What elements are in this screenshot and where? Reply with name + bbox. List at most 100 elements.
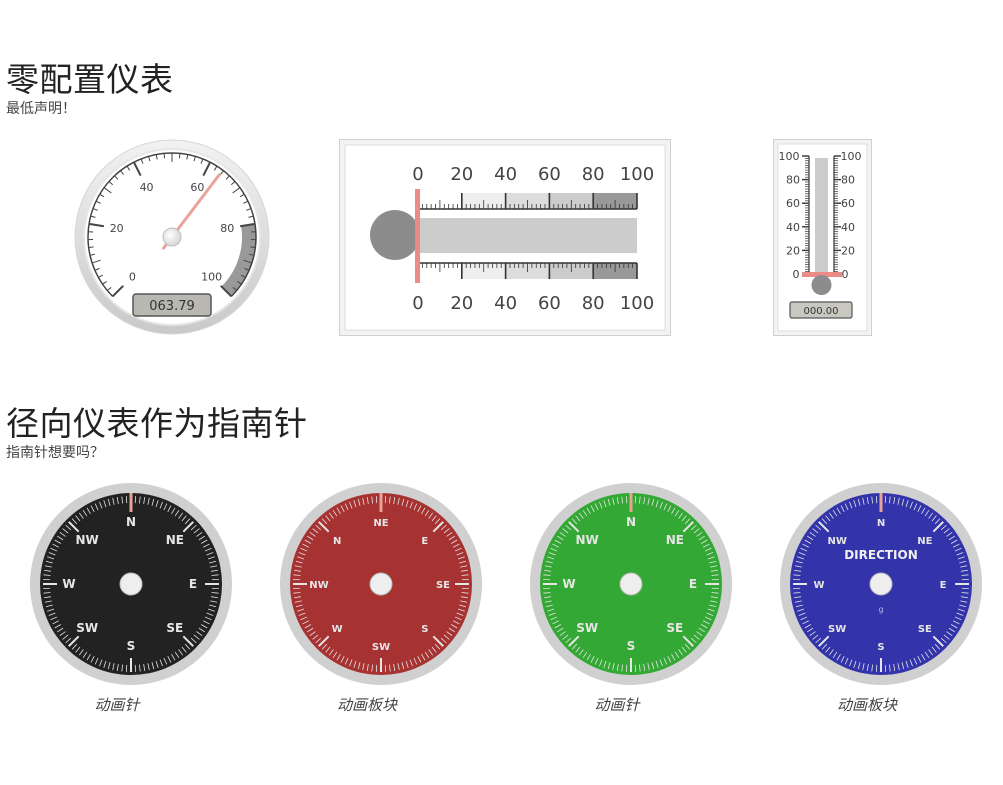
compass-label: N [333,536,341,547]
compass-label: N [626,515,636,529]
compass-label: W [62,577,75,591]
linear-bottom-tick-label: 0 [412,293,423,314]
linear-top-tick-label: 80 [582,164,605,185]
linear-gauge-bulb [370,210,420,260]
radial-tick-label: 40 [140,181,154,194]
radial-gauge-knob [162,227,182,247]
linear-gauge: 0 20 40 60 80 100 0 20 40 60 80 100 [339,139,671,336]
compass-caption: 动画板块 [336,696,397,714]
compass-label: SE [918,624,932,635]
compass-label: SW [372,642,390,653]
compass-label: S [877,642,884,653]
linear-bottom-tick-label: 20 [450,293,473,314]
compass-caption: 动画针 [94,696,140,714]
compass-label: NW [576,533,599,547]
compass-label: SE [666,621,683,635]
section-subtitle-zero-config: 最低声明！ [6,101,76,117]
thermometer-left-tick-label: 100 [779,150,800,163]
thermometer-bulb [811,275,832,295]
compass-label: W [332,624,343,635]
thermometer-left-tick-label: 20 [786,244,800,257]
compass-label: NE [373,518,388,529]
linear-gauge-top-scale [417,193,638,210]
thermometer-gauge: 100 80 60 40 20 0 100 80 60 40 20 0 000.… [773,139,872,336]
linear-gauge-bar [418,218,637,253]
compass-svg: N NE E SE S SW W NW [30,483,232,685]
linear-gauge-svg: 0 20 40 60 80 100 0 20 40 60 80 100 [339,139,671,336]
compass-label: S [421,624,428,635]
thermometer-value-text: 000.00 [804,306,839,317]
compass-label: SW [76,621,98,635]
section-title-compass: 径向仪表作为指南针 [6,404,308,443]
compass-label: E [940,580,947,591]
compass-knob [619,572,643,596]
compass-label: E [421,536,428,547]
compass-caption: 动画针 [594,696,640,714]
radial-gauge: 0 20 40 60 80 100 063.79 [74,139,270,335]
compass-gauge-green: N NE E SE S SW W NW [529,482,733,686]
compass-label: NW [827,536,846,547]
radial-tick-label: 0 [129,271,136,284]
compass-svg: N NE E SE S SW W NW DIRECTION g [780,483,982,685]
compass-title: DIRECTION [844,548,918,562]
compass-label: NW [309,580,328,591]
linear-bottom-tick-label: 60 [538,293,561,314]
thermometer-left-tick-label: 60 [786,197,800,210]
compass-gauge-red: NE E SE S SW W NW N [279,482,483,686]
compass-label: E [689,577,697,591]
radial-gauge-value-text: 063.79 [149,299,195,314]
compass-label: S [127,639,136,653]
linear-bottom-tick-label: 80 [582,293,605,314]
thermometer-left-tick-label: 0 [793,268,800,281]
compass-label: SW [576,621,598,635]
thermometer-right-tick-label: 100 [841,150,862,163]
compass-gauge-blue: N NE E SE S SW W NW DIRECTION g [779,482,983,686]
compass-label: E [189,577,197,591]
compass-label: NW [76,533,99,547]
thermometer-bar [815,158,828,274]
compass-label: SE [436,580,450,591]
linear-top-tick-label: 100 [620,164,654,185]
compass-label: N [126,515,136,529]
linear-top-tick-label: 20 [450,164,473,185]
compass-knob [369,572,393,596]
thermometer-right-tick-label: 40 [841,221,855,234]
section-subtitle-compass: 指南针想要吗？ [6,445,104,461]
compass-gauge-black: N NE E SE S SW W NW [29,482,233,686]
linear-bottom-tick-label: 40 [494,293,517,314]
thermometer-left-tick-label: 40 [786,221,800,234]
compass-label: W [562,577,575,591]
linear-top-tick-label: 0 [412,164,423,185]
thermometer-svg: 100 80 60 40 20 0 100 80 60 40 20 0 000.… [773,139,872,336]
compass-label: SE [166,621,183,635]
compass-label: NE [917,536,932,547]
linear-top-tick-label: 40 [494,164,517,185]
linear-gauge-needle [415,189,420,283]
radial-minor-tick [250,246,256,249]
linear-bottom-tick-label: 100 [620,293,654,314]
thermometer-right-tick-label: 60 [841,197,855,210]
linear-gauge-bottom-scale [417,262,638,279]
compass-label: SW [828,624,846,635]
radial-gauge-svg: 0 20 40 60 80 100 063.79 [74,139,270,335]
radial-tick-label: 20 [110,222,124,235]
compass-label: S [627,639,636,653]
linear-top-tick-label: 60 [538,164,561,185]
compass-knob [869,572,893,596]
compass-knob [119,572,143,596]
radial-tick-label: 80 [220,222,234,235]
compass-label: NE [666,533,684,547]
thermometer-left-tick-label: 80 [786,174,800,187]
compass-label: W [813,580,824,591]
compass-label: NE [166,533,184,547]
compass-caption: 动画板块 [836,696,897,714]
compass-label: N [877,518,885,529]
thermometer-right-tick-label: 20 [841,244,855,257]
radial-minor-tick [88,246,94,249]
radial-tick-label: 100 [201,271,222,284]
section-title-zero-config: 零配置仪表 [6,60,174,99]
thermometer-right-tick-label: 0 [842,268,849,281]
radial-tick-label: 60 [190,181,204,194]
compass-svg: NE E SE S SW W NW N [280,483,482,685]
compass-svg: N NE E SE S SW W NW [530,483,732,685]
